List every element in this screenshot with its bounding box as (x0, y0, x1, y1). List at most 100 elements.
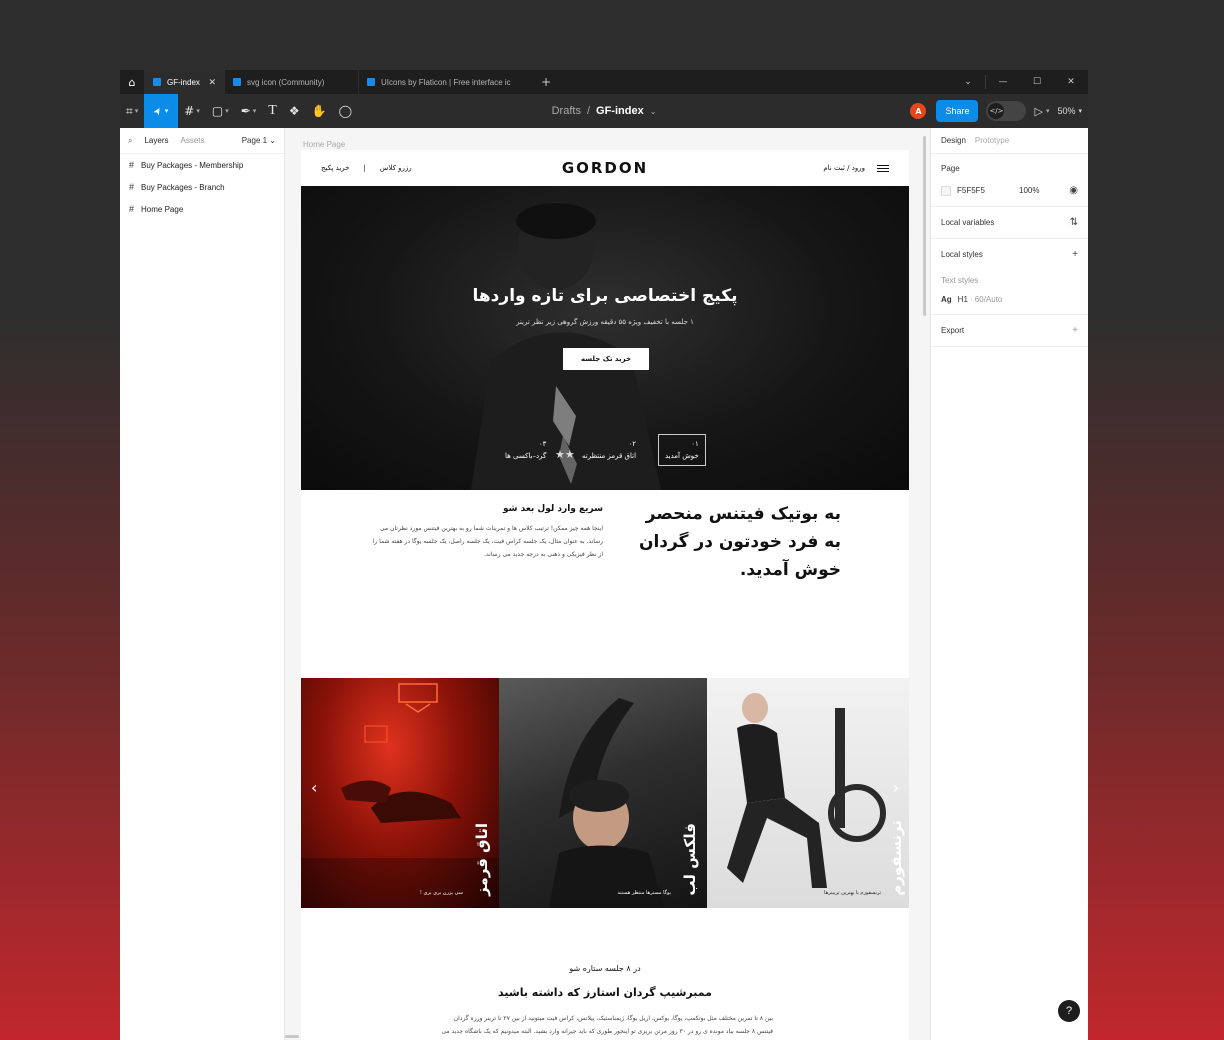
figma-file-icon (367, 78, 375, 86)
intro-subheading: سریع وارد لول بعد شو (503, 504, 603, 514)
play-icon: ▷ (1034, 104, 1043, 118)
new-tab-icon[interactable]: + (534, 70, 558, 94)
present-button[interactable]: ▷ ▾ (1034, 105, 1049, 118)
tab-uicons[interactable]: UIcons by Flaticon | Free interface ic (358, 70, 534, 94)
figma-menu-icon[interactable]: ⌗ ▾ (120, 94, 144, 128)
zoom-control[interactable]: 50% ▾ (1057, 106, 1082, 116)
close-icon[interactable]: ✕ (208, 77, 216, 88)
tab-bar: ⌂ GF-index ✕ svg icon (Community) UIcons… (120, 70, 1088, 94)
buy-single-session-button[interactable]: خرید تک جلسه (563, 348, 649, 370)
gallery-title: ترنسفورم (887, 820, 905, 896)
color-swatch[interactable] (941, 185, 951, 196)
frame-tool-icon[interactable]: # ▾ (178, 94, 206, 128)
layers-panel: ⌕ Layers Assets Page 1 ⌄ # Buy Packages … (120, 128, 285, 1040)
left-panel-tabs: ⌕ Layers Assets Page 1 ⌄ (120, 128, 284, 154)
intro-heading: به بوتیک فیتنس منحصر به فرد خودتون در گر… (638, 504, 841, 580)
canvas[interactable]: Home Page خرید پکیج | رزرو کلاس GORDON و… (285, 128, 930, 1040)
variables-icon[interactable]: ⇅ (1070, 217, 1078, 228)
nav-reserve-class[interactable]: رزرو کلاس (380, 164, 412, 172)
rectangle-tool-icon[interactable]: ▢ ▾ (206, 94, 235, 128)
page-color-value[interactable]: F5F5F5 (957, 186, 1013, 195)
layer-item[interactable]: # Buy Packages - Branch (120, 176, 284, 198)
intro-body: اینجا همه چیز ممکن! ترتیب کلاس ها و تمری… (372, 525, 603, 558)
hero-section: پکیج اختصاصی برای تازه واردها ۱ جلسه با … (301, 186, 909, 490)
layer-item[interactable]: # Buy Packages - Membership (120, 154, 284, 176)
nav-buy-package[interactable]: خرید پکیج (321, 164, 349, 172)
minimize-icon[interactable]: — (986, 70, 1020, 94)
text-style-item[interactable]: Ag H1 · 60/Auto (941, 295, 1078, 304)
page-opacity-value[interactable]: 100% (1019, 186, 1039, 195)
tab-svg-icon[interactable]: svg icon (Community) (224, 70, 358, 94)
site-nav: خرید پکیج | رزرو کلاس GORDON ورود / ثبت … (301, 150, 909, 186)
pen-tool-icon[interactable]: ✒ ▾ (235, 94, 263, 128)
tab-assets[interactable]: Assets (181, 136, 205, 145)
local-styles-section: Local styles + Text styles Ag H1 · 60/Au… (931, 239, 1088, 315)
class-gallery: ‹ اتاق قرمز سی بزرن بری بری ! فلکس لب یو… (301, 678, 909, 908)
style-sample: Ag (941, 295, 952, 304)
comment-tool-icon[interactable]: ◯ (333, 94, 358, 128)
tab-layers[interactable]: Layers (144, 136, 168, 145)
local-styles-label: Local styles (941, 250, 983, 259)
stat-label: گرد–باکسی ها (505, 452, 547, 460)
stat-welcome: ۰۱ خوش آمدید (658, 434, 706, 466)
chevron-right-icon[interactable]: › (893, 778, 899, 797)
tab-design[interactable]: Design (941, 136, 966, 145)
tab-prototype[interactable]: Prototype (975, 136, 1009, 145)
nav-login[interactable]: ورود / ثبت نام (823, 164, 865, 172)
nav-divider: | (363, 164, 366, 172)
plus-icon[interactable]: + (1072, 325, 1078, 336)
window-close-icon[interactable]: ✕ (1054, 70, 1088, 94)
code-icon: </> (988, 103, 1005, 119)
site-logo: GORDON (561, 159, 649, 177)
stat-number: ۰۱ (691, 440, 699, 448)
stat-number: ۰۳ (538, 440, 547, 448)
text-tool-icon[interactable]: T (262, 94, 283, 128)
maximize-icon[interactable]: ☐ (1020, 70, 1054, 94)
eye-icon[interactable]: ◉ (1069, 185, 1078, 196)
site-nav-right: ورود / ثبت نام (823, 164, 889, 172)
horizontal-scrollbar[interactable] (285, 1035, 299, 1038)
plus-icon[interactable]: + (1072, 249, 1078, 260)
move-tool-icon[interactable]: ➤ ▾ (144, 94, 179, 128)
home-icon[interactable]: ⌂ (120, 70, 144, 94)
figma-window: ⌂ GF-index ✕ svg icon (Community) UIcons… (120, 70, 1088, 1040)
vertical-scrollbar[interactable] (923, 136, 926, 316)
components-icon[interactable]: ❖ (283, 94, 306, 128)
export-section: Export + (931, 315, 1088, 347)
design-panel: Design Prototype Page F5F5F5 100% ◉ Loca… (930, 128, 1088, 1040)
layer-item[interactable]: # Home Page (120, 198, 284, 220)
gallery-card-flex-lab[interactable]: فلکس لب یوگا مسترها منتظر هستند (499, 678, 707, 908)
hero-title: پکیج اختصاصی برای تازه واردها (472, 286, 738, 306)
hero-subtitle: ۱ جلسه با تخفیف ویژه ۵۵ دقیقه ورزش گروهی… (516, 318, 694, 326)
dev-mode-toggle[interactable]: </> (986, 101, 1027, 121)
chevron-down-icon[interactable]: ⌄ (951, 70, 985, 94)
red-room-image (301, 683, 499, 908)
hand-tool-icon[interactable]: ✋ (306, 94, 333, 128)
menu-icon[interactable] (877, 164, 889, 172)
page-selector[interactable]: Page 1 ⌄ (242, 136, 276, 145)
star-icon: ★★ (555, 448, 575, 461)
help-button[interactable]: ? (1058, 1000, 1080, 1022)
share-button[interactable]: Share (936, 100, 979, 122)
tab-label: UIcons by Flaticon | Free interface ic (381, 77, 511, 87)
section-title: Page (941, 164, 960, 173)
gallery-caption: یوگا مسترها منتظر هستند (617, 890, 671, 896)
tab-gf-index[interactable]: GF-index ✕ (144, 70, 224, 94)
chevron-left-icon[interactable]: ‹ (311, 778, 317, 797)
avatar[interactable]: A (910, 103, 927, 119)
stat-label: خوش آمدید (665, 452, 699, 460)
frame-icon: # (129, 204, 135, 214)
gallery-caption: ترنسفورم با بهترین تربینرها (824, 890, 881, 896)
search-icon[interactable]: ⌕ (128, 136, 132, 146)
text-styles-label: Text styles (941, 276, 979, 285)
file-title[interactable]: GF-index (596, 105, 644, 117)
breadcrumb-drafts[interactable]: Drafts (552, 105, 581, 117)
frame-label[interactable]: Home Page (303, 140, 345, 149)
gallery-card-transform[interactable]: › ترنسفورم ترنسفورم با بهترین تربینرها (707, 678, 909, 908)
gallery-caption: سی بزرن بری بری ! (419, 890, 463, 896)
gallery-card-red-room[interactable]: ‹ اتاق قرمز سی بزرن بری بری ! (301, 678, 499, 908)
chevron-down-icon[interactable]: ⌄ (650, 107, 657, 116)
local-variables-label[interactable]: Local variables (941, 218, 994, 227)
toolbar-right: A Share </> ▷ ▾ 50% ▾ (910, 100, 1088, 122)
home-page-frame[interactable]: خرید پکیج | رزرو کلاس GORDON ورود / ثبت … (301, 150, 909, 1040)
